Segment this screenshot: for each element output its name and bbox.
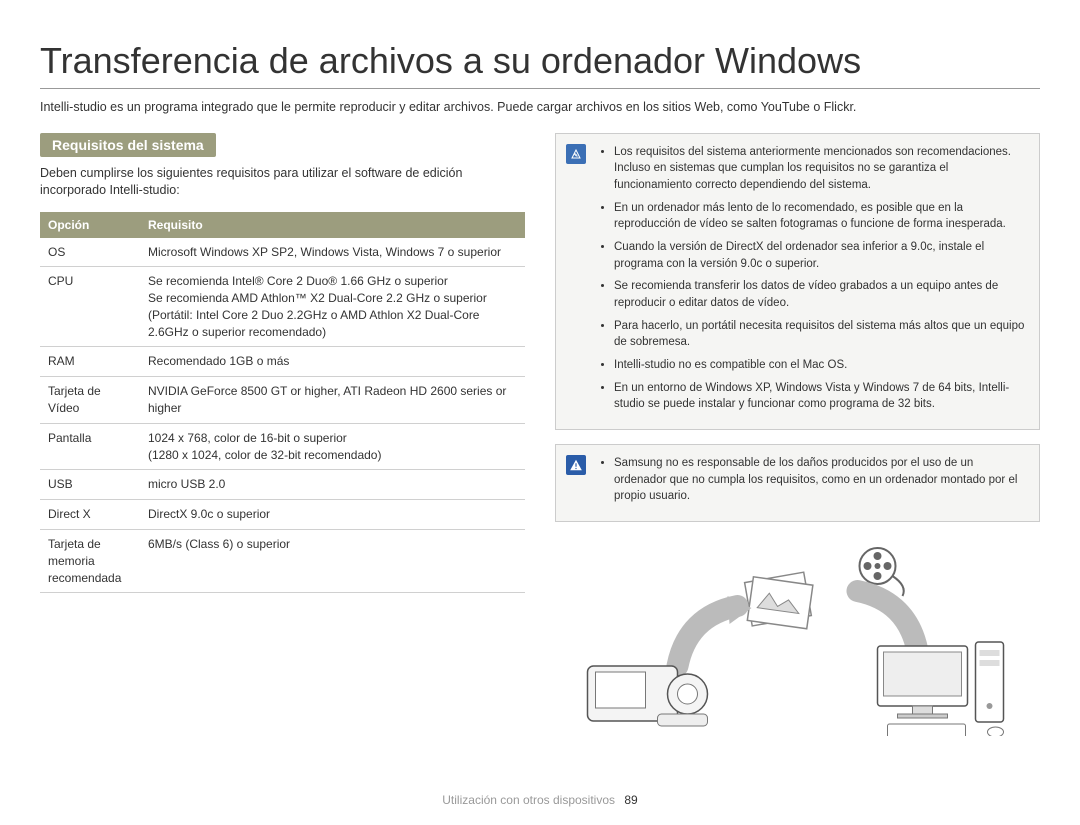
cell-option: Pantalla <box>40 423 140 470</box>
cell-req: Se recomienda Intel® Core 2 Duo® 1.66 GH… <box>140 267 525 347</box>
info-note-list: Los requisitos del sistema anteriormente… <box>596 144 1025 419</box>
cell-req: 1024 x 768, color de 16-bit o superior(1… <box>140 423 525 470</box>
table-row: Tarjeta de VídeoNVIDIA GeForce 8500 GT o… <box>40 377 525 424</box>
list-item: Samsung no es responsable de los daños p… <box>614 455 1025 505</box>
svg-text:✎: ✎ <box>574 153 578 159</box>
table-row: OSMicrosoft Windows XP SP2, Windows Vist… <box>40 238 525 267</box>
list-item: Se recomienda transferir los datos de ví… <box>614 278 1025 311</box>
section-heading: Requisitos del sistema <box>40 133 216 157</box>
info-icon: ✎ <box>566 144 586 164</box>
list-item: En un ordenador más lento de lo recomend… <box>614 200 1025 233</box>
right-column: ✎ Los requisitos del sistema anteriormen… <box>555 133 1040 736</box>
cell-req: Microsoft Windows XP SP2, Windows Vista,… <box>140 238 525 267</box>
list-item: Cuando la versión de DirectX del ordenad… <box>614 239 1025 272</box>
content-columns: Requisitos del sistema Deben cumplirse l… <box>40 133 1040 736</box>
table-row: Pantalla1024 x 768, color de 16-bit o su… <box>40 423 525 470</box>
list-item: Intelli-studio no es compatible con el M… <box>614 357 1025 374</box>
cell-option: Tarjeta de memoria recomendada <box>40 530 140 593</box>
note-box-warning: Samsung no es responsable de los daños p… <box>555 444 1040 522</box>
cell-option: CPU <box>40 267 140 347</box>
intro-text: Intelli-studio es un programa integrado … <box>40 99 1040 117</box>
camcorder-icon <box>588 666 708 726</box>
list-item: Para hacerlo, un portátil necesita requi… <box>614 318 1025 351</box>
table-row: CPUSe recomienda Intel® Core 2 Duo® 1.66… <box>40 267 525 347</box>
left-column: Requisitos del sistema Deben cumplirse l… <box>40 133 525 736</box>
section-text: Deben cumplirse los siguientes requisito… <box>40 165 525 200</box>
table-row: Direct XDirectX 9.0c o superior <box>40 500 525 530</box>
note-box-info: ✎ Los requisitos del sistema anteriormen… <box>555 133 1040 430</box>
arrow-icon <box>678 596 752 666</box>
list-item: Los requisitos del sistema anteriormente… <box>614 144 1025 194</box>
cell-option: OS <box>40 238 140 267</box>
page-footer: Utilización con otros dispositivos 89 <box>0 793 1080 807</box>
cell-option: Tarjeta de Vídeo <box>40 377 140 424</box>
cell-req: DirectX 9.0c o superior <box>140 500 525 530</box>
cell-req: micro USB 2.0 <box>140 470 525 500</box>
page-number: 89 <box>624 793 637 807</box>
th-req: Requisito <box>140 212 525 238</box>
list-item: En un entorno de Windows XP, Windows Vis… <box>614 380 1025 413</box>
cell-option: USB <box>40 470 140 500</box>
warning-icon <box>566 455 586 475</box>
cell-option: Direct X <box>40 500 140 530</box>
transfer-illustration <box>555 536 1040 736</box>
table-row: USBmicro USB 2.0 <box>40 470 525 500</box>
cell-option: RAM <box>40 347 140 377</box>
warning-note-list: Samsung no es responsable de los daños p… <box>596 455 1025 511</box>
requirements-table: Opción Requisito OSMicrosoft Windows XP … <box>40 212 525 594</box>
footer-section-label: Utilización con otros dispositivos <box>442 793 615 807</box>
table-row: RAMRecomendado 1GB o más <box>40 347 525 377</box>
page-title: Transferencia de archivos a su ordenador… <box>40 40 1040 89</box>
photo-stack-icon <box>745 572 813 629</box>
cell-req: NVIDIA GeForce 8500 GT or higher, ATI Ra… <box>140 377 525 424</box>
th-option: Opción <box>40 212 140 238</box>
table-header-row: Opción Requisito <box>40 212 525 238</box>
cell-req: 6MB/s (Class 6) o superior <box>140 530 525 593</box>
desktop-pc-icon <box>878 642 1004 736</box>
table-row: Tarjeta de memoria recomendada6MB/s (Cla… <box>40 530 525 593</box>
cell-req: Recomendado 1GB o más <box>140 347 525 377</box>
